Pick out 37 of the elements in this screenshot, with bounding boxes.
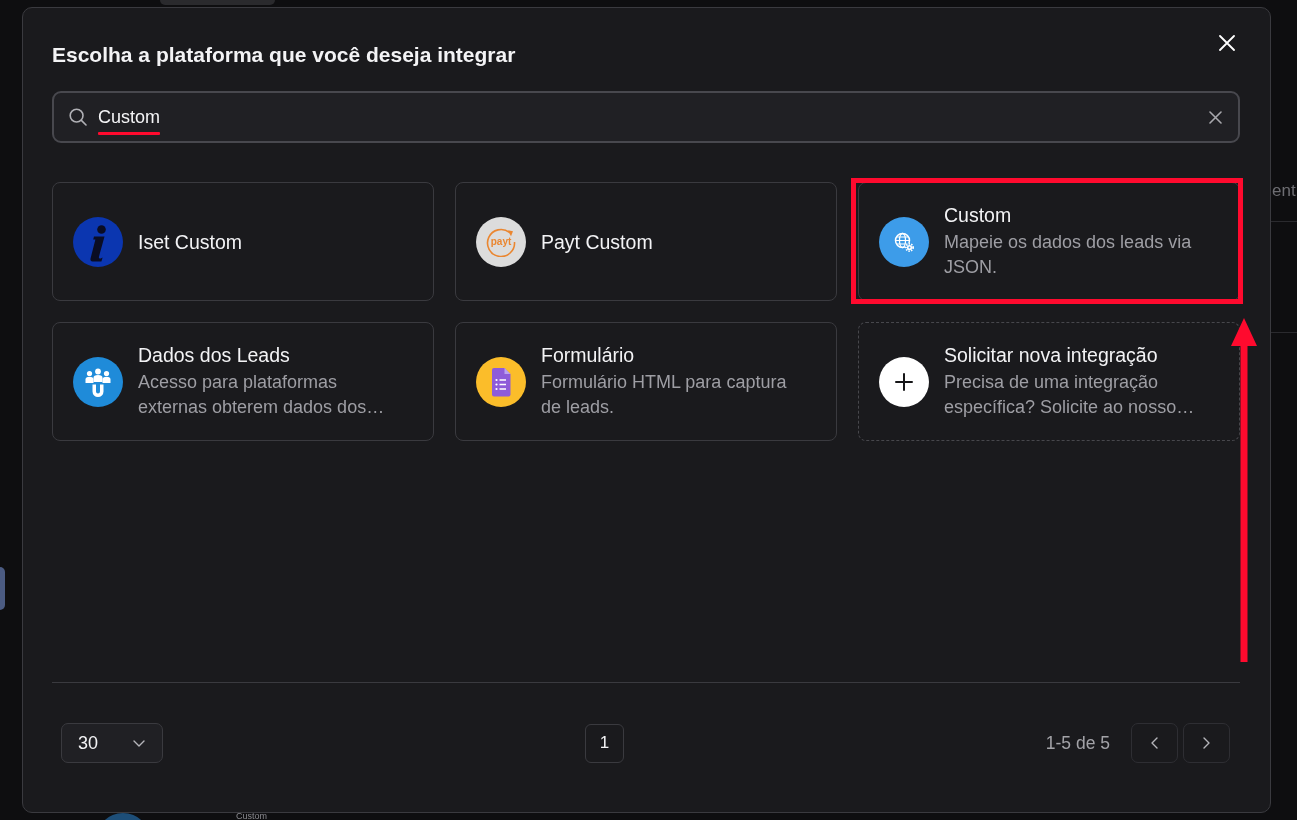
search-icon — [69, 108, 87, 126]
card-title: Payt Custom — [541, 229, 653, 254]
card-title: Iset Custom — [138, 229, 243, 254]
search-field[interactable]: Custom — [52, 91, 1240, 143]
clear-button[interactable] — [1209, 110, 1222, 124]
column-header: ent — [1272, 181, 1296, 201]
clear-icon — [1209, 110, 1222, 124]
range-text: 1-5 de 5 — [1045, 732, 1110, 754]
integration-card[interactable]: Custom Mapeie os dados dos leads via JSON. — [858, 182, 1240, 301]
logo-text: payt — [490, 236, 512, 247]
chevron-right-icon — [1203, 737, 1210, 749]
integration-card[interactable]: Formulário Formulário HTML para captura de leads. — [455, 322, 837, 441]
card-description: Mapeie os dados dos leads via JSON. — [944, 231, 1193, 279]
integration-card[interactable]: Dados dos Leads Acesso para plataformas externas obterem dados dos… — [52, 322, 434, 441]
dialog-title: Escolha a plataforma que você deseja integrar — [52, 42, 516, 68]
integration-card[interactable]: payt Payt Custom — [455, 182, 837, 301]
card-title: Custom — [944, 203, 1013, 227]
integration-card[interactable]: Iset Custom — [52, 182, 434, 301]
page-button[interactable]: 1 — [585, 723, 624, 763]
integration-card[interactable]: Solicitar nova integração Precisa de uma integração específica? Solicite ao nosso… — [858, 322, 1240, 441]
page-size-select[interactable]: 30 — [61, 723, 163, 763]
card-description: Acesso para plataformas externas obterem dados dos… — [138, 371, 386, 419]
people-magnet-icon — [73, 356, 123, 407]
card-title: Dados dos Leads — [138, 343, 291, 367]
chevron-down-icon — [133, 739, 145, 747]
globe-gear-icon — [879, 216, 929, 267]
close-icon — [1219, 35, 1235, 51]
card-title: Solicitar nova integração — [944, 343, 1159, 367]
form-document-icon — [476, 356, 526, 407]
card-title: Formulário — [541, 343, 636, 367]
plus-icon — [879, 356, 929, 407]
row-label: Custom — [236, 813, 267, 820]
card-description: Formulário HTML para captura de leads. — [541, 371, 788, 419]
chevron-left-icon — [1151, 737, 1158, 749]
card-description: Precisa de uma integração específica? Solicite ao nosso… — [944, 371, 1196, 419]
info-icon — [73, 216, 123, 267]
ring-arrow-icon — [486, 226, 516, 257]
